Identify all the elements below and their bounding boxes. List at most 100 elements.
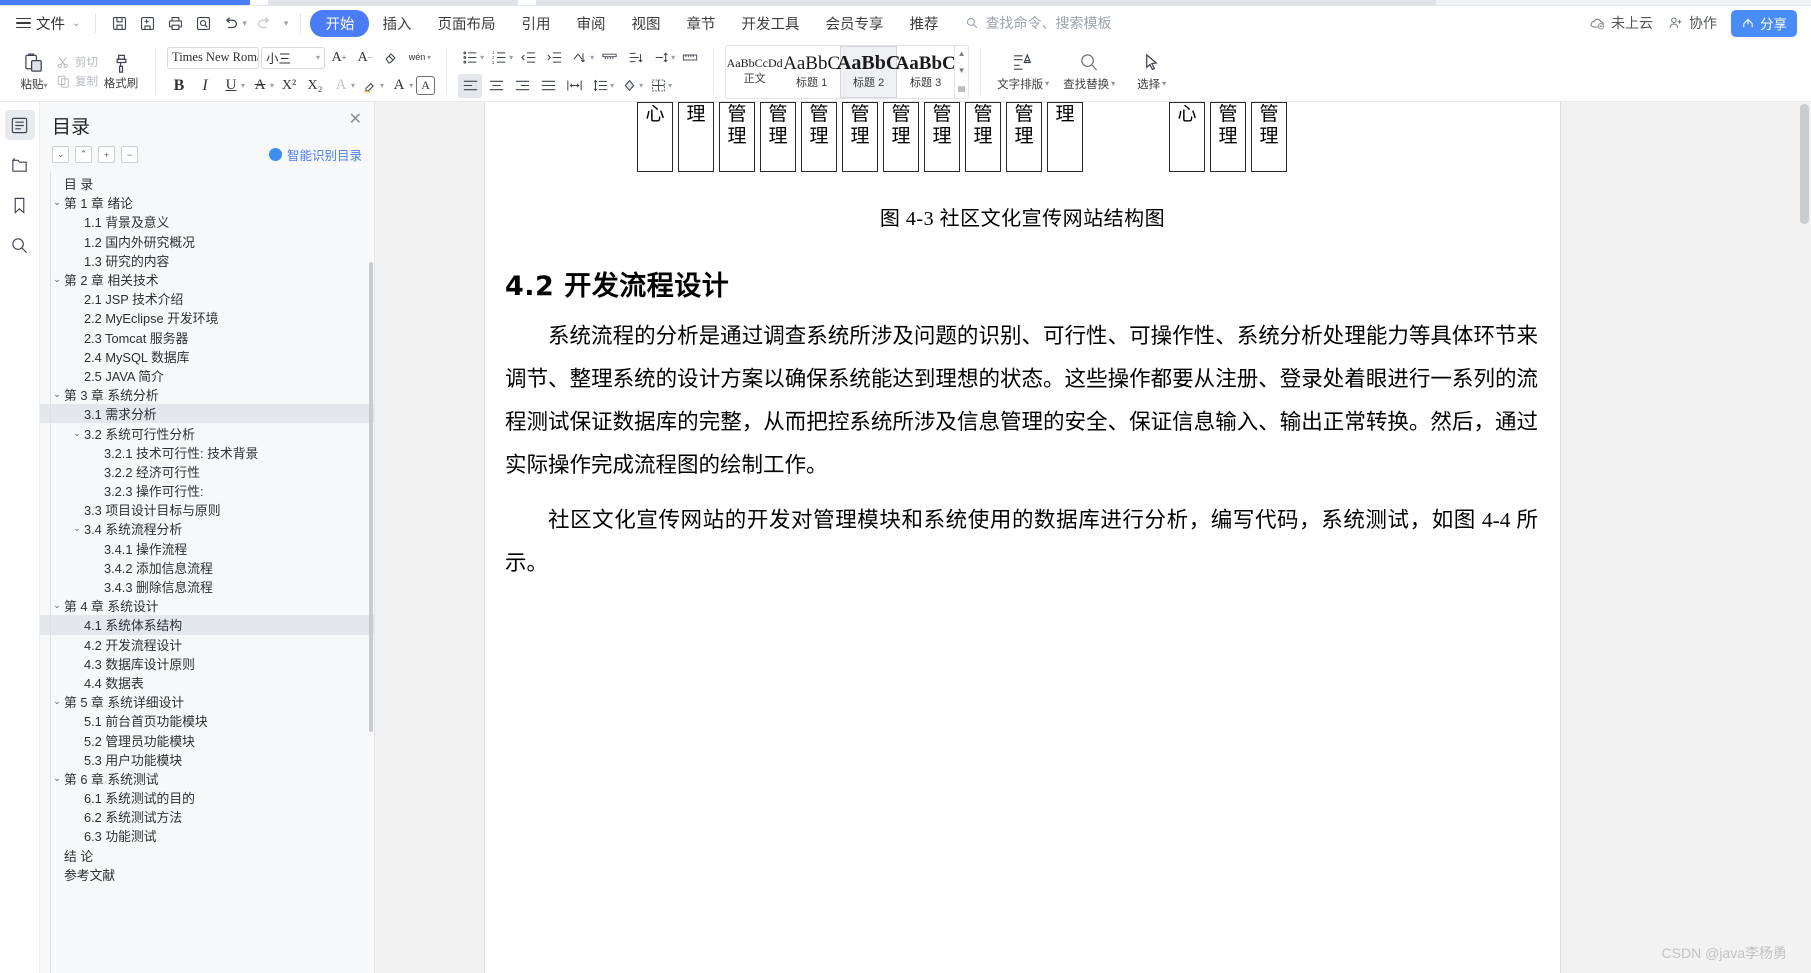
toc-list[interactable]: 目 录 ⌄ 第 1 章 绪论 1.1 背景及意义 1.2 国内外研究概况 1.3 研究的内… [40,172,374,973]
redo-icon[interactable] [250,10,278,36]
format-painter-button[interactable]: 格式刷 [98,42,144,101]
styles-gallery-scroll[interactable]: ▲ ▼ ▤ [954,45,968,98]
toc-item[interactable]: ⌄ 第 4 章 系统设计 [40,596,374,615]
numbered-list-icon[interactable]: 1 2 3 [487,46,511,70]
chevron-down-icon[interactable]: ▾ [480,53,484,62]
distribute-icon[interactable] [562,74,586,98]
ribbon-tab-section[interactable]: 章节 [673,10,728,37]
print-icon[interactable] [161,10,189,36]
toc-item[interactable]: 6.3 功能测试 [40,826,374,845]
toc-item[interactable]: ⌄ 第 5 章 系统详细设计 [40,692,374,711]
toc-item[interactable]: 3.4.2 添加信息流程 [40,558,374,577]
ribbon-tab-review[interactable]: 审阅 [563,10,618,37]
toc-expand-down-button[interactable]: ⌄ [52,146,69,163]
customize-qat-icon[interactable]: ▾ [284,18,289,29]
toc-item[interactable]: 2.3 Tomcat 服务器 [40,328,374,347]
increase-indent-icon[interactable] [542,46,566,70]
toc-item[interactable]: 目 录 [40,174,374,193]
toc-expand-all-button[interactable]: + [98,146,115,163]
align-right-icon[interactable] [510,74,534,98]
ribbon-tab-recommend[interactable]: 推荐 [896,10,951,37]
chevron-down-icon[interactable]: ▾ [427,53,431,62]
shading-icon[interactable] [617,74,641,98]
ribbon-tab-references[interactable]: 引用 [508,10,563,37]
chevron-down-icon[interactable]: ⌄ [50,773,64,784]
style-item-heading-2[interactable]: AaBbC 标题 2 [837,45,900,98]
ruler-icon[interactable] [678,46,702,70]
align-justify-icon[interactable] [536,74,560,98]
borders-icon[interactable] [646,74,670,98]
chevron-down-icon[interactable]: ▾ [671,53,675,62]
superscript-button[interactable]: X² [277,74,301,98]
toc-item[interactable]: 6.1 系统测试的目的 [40,788,374,807]
toc-item[interactable]: 3.4.1 操作流程 [40,539,374,558]
chevron-down-icon[interactable]: ▾ [668,81,672,90]
toc-item[interactable]: 5.2 管理员功能模块 [40,730,374,749]
print-preview-icon[interactable] [189,10,217,36]
chevron-down-icon[interactable]: ▾ [380,81,384,90]
chevron-down-icon[interactable]: ▾ [509,53,513,62]
toc-item[interactable]: 1.1 背景及意义 [40,212,374,231]
share-button[interactable]: 分享 [1731,9,1797,37]
toc-item[interactable]: 3.4.3 删除信息流程 [40,577,374,596]
paragraph-spacing-icon[interactable] [649,46,673,70]
toc-item[interactable]: 3.3 项目设计目标与原则 [40,500,374,519]
find-replace-button[interactable]: 查找替换 ▾ [1054,52,1124,92]
ribbon-tab-insert[interactable]: 插入 [369,10,424,37]
collaborate-button[interactable]: 协作 [1667,13,1717,33]
toc-item[interactable]: 1.3 研究的内容 [40,251,374,270]
chevron-down-icon[interactable]: ▾ [409,81,413,90]
ribbon-tab-member[interactable]: 会员专享 [812,10,896,37]
paragraph-dialog-icon[interactable] [623,46,647,70]
toc-item[interactable]: ⌄ 3.4 系统流程分析 [40,519,374,538]
underline-button[interactable]: U [219,74,243,98]
chevron-down-icon[interactable]: ▾ [270,81,274,90]
clear-format-icon[interactable] [379,46,403,70]
chevron-down-icon[interactable]: ▾ [639,81,643,90]
command-search-box[interactable]: 查找命令、搜索模板 [965,13,1111,33]
strikethrough-button[interactable]: A [248,74,272,98]
grow-font-button[interactable]: A + [327,46,351,70]
toc-collapse-up-button[interactable]: ⌃ [75,146,92,163]
toc-collapse-all-button[interactable]: − [121,146,138,163]
smart-toc-button[interactable]: 智能识别目录 [268,145,362,164]
document-area[interactable]: 心理管理管理管理管理管理管理管理管理理心管理管理 图 4-3 社区文化宣传网站结… [375,102,1811,973]
text-layout-button[interactable]: 文字排版 ▾ [992,52,1054,92]
line-spacing-icon[interactable] [588,74,612,98]
toc-item[interactable]: ⌄ 3.2 系统可行性分析 [40,423,374,442]
copy-button[interactable]: 复制 [56,73,98,89]
toc-item[interactable]: 5.1 前台首页功能模块 [40,711,374,730]
toc-resize-handle[interactable] [371,102,374,973]
toc-item[interactable]: 2.2 MyEclipse 开发环境 [40,308,374,327]
align-left-icon[interactable] [458,73,483,98]
gallery-more-icon[interactable]: ▤ [958,84,966,93]
save-as-icon[interactable] [133,10,161,36]
ribbon-tab-start[interactable]: 开始 [310,9,370,37]
cut-button[interactable]: 剪切 [56,54,98,70]
align-center-icon[interactable] [484,74,508,98]
chevron-down-icon[interactable]: ⌄ [50,197,64,208]
chevron-down-icon[interactable]: ▾ [241,81,245,90]
highlight-button[interactable] [358,74,382,98]
font-color-button[interactable]: A [387,74,411,98]
toc-item[interactable]: 6.2 系统测试方法 [40,807,374,826]
ribbon-tab-page-layout[interactable]: 页面布局 [424,10,508,37]
document-tab-2[interactable] [268,0,518,5]
toc-item[interactable]: 4.4 数据表 [40,673,374,692]
chevron-down-icon[interactable]: ▾ [610,81,614,90]
toc-item[interactable]: 3.1 需求分析 [40,404,374,424]
shrink-font-button[interactable]: A − [353,46,377,70]
font-size-select[interactable]: 小三 ▾ [261,46,325,69]
undo-dropdown-caret[interactable]: ▾ [242,18,247,29]
ribbon-tab-developer[interactable]: 开发工具 [728,10,812,37]
chevron-down-icon[interactable]: ⌄ [50,696,64,707]
chevron-down-icon[interactable]: ⌄ [70,523,84,534]
char-shading-button[interactable]: A [416,76,436,95]
gallery-scroll-down-icon[interactable]: ▼ [958,67,966,75]
chevron-down-icon[interactable]: ⌄ [70,428,84,439]
toc-item[interactable]: 参考文献 [40,865,374,884]
bold-button[interactable]: B [167,74,191,98]
toc-item[interactable]: 4.3 数据库设计原则 [40,654,374,673]
document-tab-1[interactable] [0,0,250,5]
styles-gallery[interactable]: AaBbCcDd 正文 AaBbC 标题 1 AaBbC 标题 2 AaBbC … [725,44,970,99]
